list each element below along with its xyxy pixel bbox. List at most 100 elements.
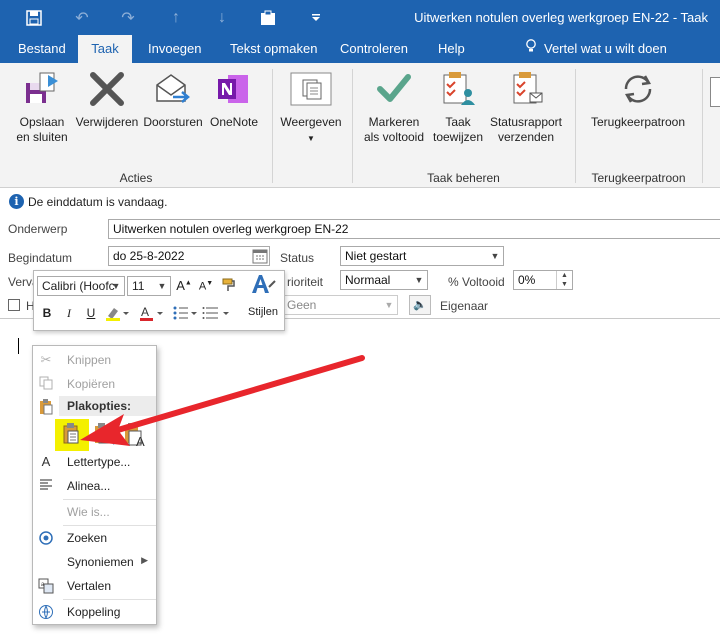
menu-item-copy[interactable]: Kopiëren [33,373,156,395]
menu-item-cut[interactable]: ✂ Knippen [33,349,156,371]
format-painter-icon[interactable] [220,277,238,296]
ribbon-separator [575,69,576,183]
menu-separator [63,525,156,526]
text-cursor [18,338,19,354]
menu-item-font[interactable]: A Lettertype... [33,451,156,473]
percent-complete-label: % Voltooid [448,275,505,289]
save-icon[interactable] [14,0,54,35]
underline-button[interactable]: U [83,306,99,320]
start-date-input[interactable]: do 25-8-2022 [108,246,270,266]
tab-help[interactable]: Help [428,35,474,63]
info-text: De einddatum is vandaag. [28,195,168,209]
paragraph-icon [38,478,54,494]
tab-controleren[interactable]: Controleren [330,35,418,63]
menu-item-link[interactable]: Koppeling [33,601,156,623]
numbering-icon[interactable] [202,304,232,325]
italic-button[interactable]: I [61,306,77,321]
lightbulb-icon [522,35,540,63]
ribbon: Opslaan en sluiten Verwijderen Doorsture… [0,63,720,188]
mini-toolbar: Calibri (Hoofc ▼ 11 ▼ A▲ A▼ Stijlen B I … [33,270,285,331]
tell-me-box[interactable]: Vertel wat u wilt doen [522,35,667,63]
menu-separator [63,599,156,600]
down-arrow-icon[interactable]: ↓ [202,0,242,35]
delete-button[interactable]: Verwijderen [74,71,140,130]
grow-font-icon[interactable]: A▲ [176,278,192,293]
percent-complete-input[interactable]: 0% ▲ ▼ [513,270,573,290]
paste-keep-source-formatting-icon[interactable] [55,419,89,451]
status-select[interactable]: Niet gestart ▼ [340,246,504,266]
submenu-arrow-icon: ▶ [141,555,148,565]
customize-qat-icon[interactable] [296,0,336,35]
priority-select[interactable]: Normaal ▼ [340,270,428,290]
ribbon-tabs: Bestand Taak Invoegen Tekst opmaken Cont… [0,35,720,63]
translate-icon: a [38,578,54,594]
group-label-acties: Acties [119,171,153,185]
tab-bestand[interactable]: Bestand [8,35,70,63]
priority-label: rioriteit [287,275,324,289]
spin-down-icon[interactable]: ▼ [556,280,572,289]
font-name-combo[interactable]: Calibri (Hoofc ▼ [37,276,125,296]
shrink-font-icon[interactable]: A▼ [198,280,214,293]
tab-taak[interactable]: Taak [78,35,132,63]
status-report-button[interactable]: Statusrapport verzenden [488,71,564,145]
menu-item-search[interactable]: Zoeken [33,527,156,549]
forward-button[interactable]: Doorsturen [142,71,204,130]
status-label: Status [280,251,315,265]
assign-task-icon [428,71,488,111]
save-close-button[interactable]: Opslaan en sluiten [12,71,72,145]
chevron-down-icon: ▼ [111,281,121,291]
paste-merge-formatting-icon[interactable] [91,419,121,451]
speaker-icon[interactable]: 🔈 [409,295,431,315]
menu-item-synonyms[interactable]: Synoniemen ▶ [33,551,156,573]
chevron-down-icon: ▼ [157,281,167,291]
scissors-icon: ✂ [40,352,52,367]
search-icon [38,530,54,546]
font-icon: A [41,454,51,469]
group-label-taak-beheren: Taak beheren [427,171,500,185]
reminder-checkbox[interactable] [8,299,20,311]
mark-complete-button[interactable]: Markeren als voltooid [362,71,426,145]
status-report-icon [488,71,564,111]
ribbon-separator [352,69,353,183]
group-label-terugkeerpatroon: Terugkeerpatroon [591,171,686,185]
assign-task-button[interactable]: Taak toewijzen [428,71,488,145]
onenote-button[interactable]: OneNote [206,71,262,130]
undo-icon[interactable]: ↶ [62,0,102,35]
menu-item-translate[interactable]: a Vertalen [33,575,156,597]
menu-separator [63,499,156,500]
ribbon-separator [702,69,703,183]
highlight-color-icon[interactable] [104,304,130,325]
start-date-label: Begindatum [8,251,73,265]
owner-label: Eigenaar [440,299,489,313]
tab-tekst-opmaken[interactable]: Tekst opmaken [220,35,320,63]
paste-options-header: Plakopties: [59,396,156,416]
tab-invoegen[interactable]: Invoegen [138,35,210,63]
chevron-down-icon: ▼ [384,300,394,310]
bullets-icon[interactable] [172,304,198,325]
font-size-combo[interactable]: 11 ▼ [127,276,171,296]
menu-item-paragraph[interactable]: Alinea... [33,475,156,497]
paste-text-only-icon[interactable]: A [121,419,151,451]
clipboard-icon[interactable] [248,0,288,35]
calendar-icon[interactable] [252,248,268,264]
bold-button[interactable]: B [39,306,55,320]
up-arrow-icon[interactable]: ↑ [156,0,196,35]
redo-icon[interactable]: ↷ [108,0,148,35]
recurrence-icon [584,71,692,111]
link-icon [38,604,54,620]
styles-label: Stijlen [248,306,278,318]
styles-button[interactable] [246,273,280,305]
cut-off-ribbon-button[interactable] [710,77,720,107]
font-color-icon[interactable]: A [138,304,164,325]
chevron-down-icon: ▼ [490,251,500,261]
subject-input[interactable]: Uitwerken notulen overleg werkgroep EN-2… [108,219,720,239]
copy-icon [38,376,54,392]
recurrence-button[interactable]: Terugkeerpatroon [584,71,692,130]
delete-x-icon [74,71,140,111]
menu-item-who-is[interactable]: Wie is... [33,501,156,523]
svg-text:A: A [141,305,149,319]
view-button[interactable]: Weergeven ▼ [280,71,342,146]
chevron-down-icon: ▼ [414,275,424,285]
reminder-sound-select[interactable]: Geen ▼ [282,295,398,315]
spin-up-icon[interactable]: ▲ [556,271,572,280]
